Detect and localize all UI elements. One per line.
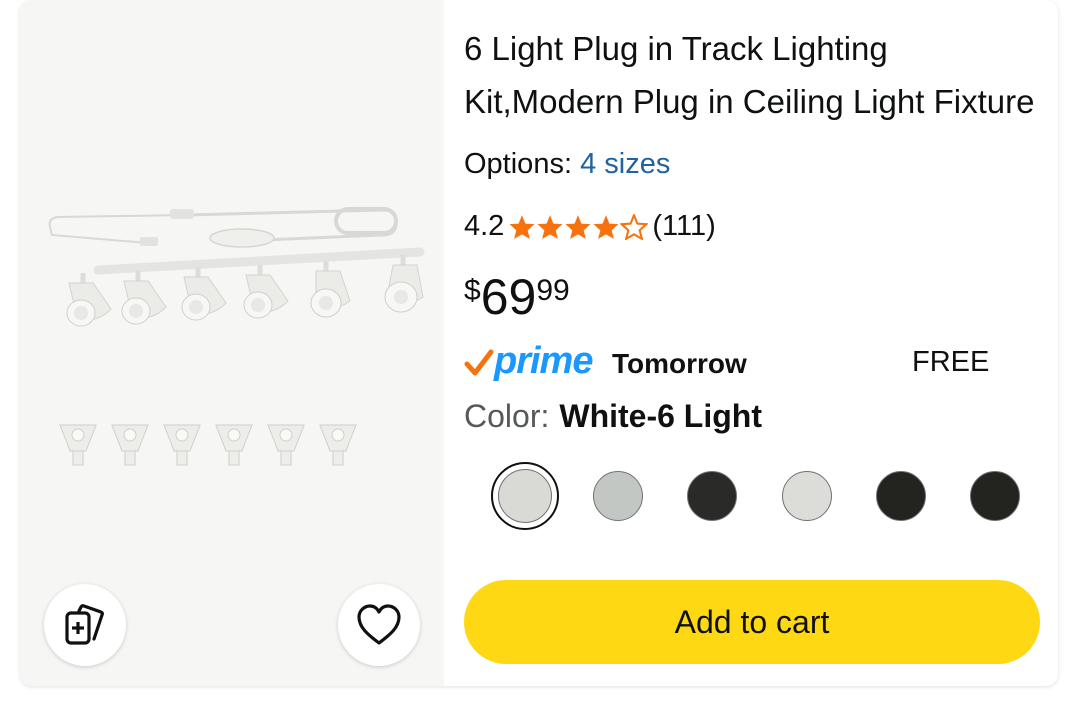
color-swatch[interactable] (593, 471, 643, 521)
prime-label: prime (494, 340, 593, 382)
star-icon (537, 214, 563, 239)
prime-check-icon (464, 349, 494, 376)
price-symbol: $ (464, 274, 481, 307)
color-label: Color: (464, 398, 550, 434)
options-label: Options: (464, 148, 572, 180)
color-value: White-6 Light (559, 398, 762, 434)
star-icon (565, 214, 591, 239)
color-swatch[interactable] (687, 471, 737, 521)
star-rating (508, 213, 649, 240)
color-swatch[interactable] (876, 471, 926, 521)
add-to-cart-button[interactable]: Add to cart (464, 580, 1040, 664)
price-whole: 69 (480, 269, 537, 325)
heart-icon (357, 604, 401, 645)
product-title[interactable]: 6 Light Plug in Track Lighting Kit,Moder… (464, 22, 1044, 128)
options-link[interactable]: 4 sizes (580, 148, 670, 180)
wishlist-button[interactable] (338, 584, 420, 666)
prime-delivery-row: prime Tomorrow FREE (464, 340, 1054, 386)
options-row: Options: 4 sizes (464, 148, 670, 181)
product-image-panel[interactable] (20, 0, 444, 686)
price: $6999 (464, 268, 570, 326)
color-swatches (464, 458, 1054, 530)
price-fraction: 99 (536, 274, 570, 307)
rating-count: (111) (652, 210, 716, 242)
color-swatch-fill (498, 469, 552, 523)
color-row: Color: White-6 Light (464, 398, 762, 435)
rating-value: 4.2 (464, 210, 505, 242)
star-outline-icon (620, 213, 649, 240)
star-icon (593, 214, 619, 239)
product-image[interactable] (38, 195, 428, 495)
shipping-label: FREE (912, 346, 990, 378)
color-swatch-selected[interactable] (491, 462, 559, 530)
color-swatch[interactable] (970, 471, 1020, 521)
rating-row[interactable]: 4.2 (111) (464, 210, 716, 243)
prime-logo: prime (464, 340, 593, 383)
product-card: 6 Light Plug in Track Lighting Kit,Moder… (20, 0, 1058, 686)
delivery-date: Tomorrow (612, 348, 747, 379)
compare-cards-icon (65, 604, 104, 645)
compare-button[interactable] (44, 584, 126, 666)
star-icon (509, 214, 535, 239)
color-swatch[interactable] (782, 471, 832, 521)
